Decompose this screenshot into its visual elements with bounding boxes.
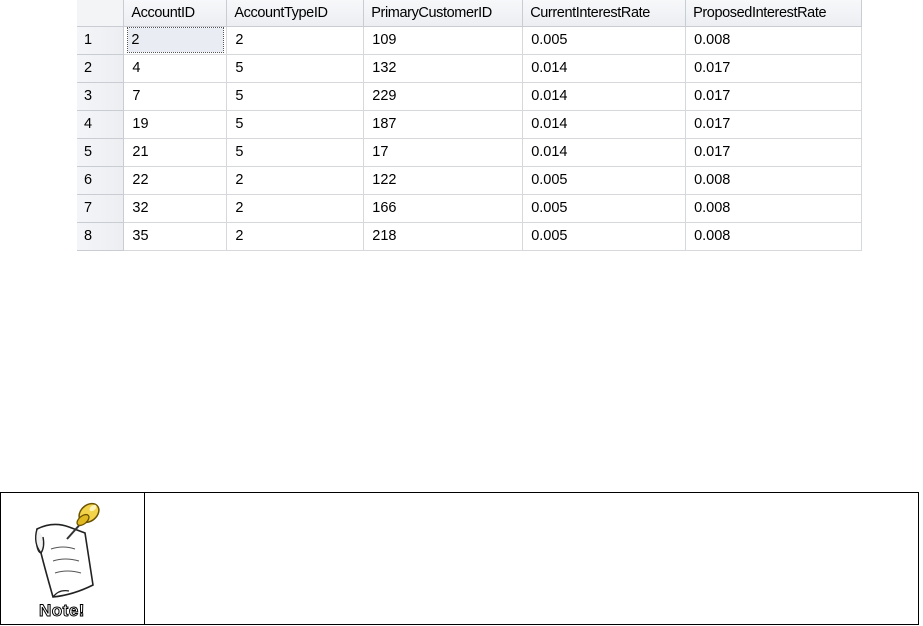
table-cell[interactable]: 0.005 (522, 194, 687, 223)
row-number[interactable]: 8 (77, 222, 125, 251)
row-number[interactable]: 7 (77, 194, 125, 223)
table-cell[interactable]: 5 (226, 82, 365, 111)
table-cell[interactable]: 0.008 (685, 194, 862, 223)
column-header-proposed-interest-rate[interactable]: ProposedInterestRate (685, 0, 862, 27)
table-cell[interactable]: 5 (226, 138, 365, 167)
cell-value: 2 (127, 27, 225, 53)
table-cell[interactable]: 4 (123, 54, 228, 83)
results-table: AccountID AccountTypeID PrimaryCustomerI… (77, 0, 862, 251)
note-box: Note! (0, 492, 919, 625)
table-cell[interactable]: 0.014 (522, 54, 687, 83)
note-label: Note! (39, 601, 85, 621)
table-cell[interactable]: 35 (123, 222, 228, 251)
table-cell[interactable]: 187 (363, 110, 524, 139)
table-cell[interactable]: 7 (123, 82, 228, 111)
table-cell[interactable]: 2 (226, 166, 365, 195)
table-cell[interactable]: 0.005 (522, 26, 687, 55)
table-row[interactable]: 1 2 2 109 0.005 0.008 (77, 26, 862, 55)
table-cell[interactable]: 0.017 (685, 54, 862, 83)
note-icon-cell: Note! (1, 493, 145, 624)
column-header-current-interest-rate[interactable]: CurrentInterestRate (522, 0, 687, 27)
table-cell[interactable]: 19 (123, 110, 228, 139)
table-cell[interactable]: 0.017 (685, 138, 862, 167)
table-cell[interactable]: 0.008 (685, 166, 862, 195)
row-number[interactable]: 1 (77, 26, 125, 55)
table-cell[interactable]: 0.008 (685, 26, 862, 55)
table-cell[interactable]: 132 (363, 54, 524, 83)
table-cell[interactable]: 17 (363, 138, 524, 167)
table-cell[interactable]: 122 (363, 166, 524, 195)
table-row[interactable]: 7 32 2 166 0.005 0.008 (77, 194, 862, 223)
row-number[interactable]: 5 (77, 138, 125, 167)
row-number[interactable]: 2 (77, 54, 125, 83)
table-row[interactable]: 5 21 5 17 0.014 0.017 (77, 138, 862, 167)
table-row[interactable]: 3 7 5 229 0.014 0.017 (77, 82, 862, 111)
table-cell[interactable]: 5 (226, 110, 365, 139)
table-cell[interactable]: 32 (123, 194, 228, 223)
grid-corner-cell[interactable] (77, 0, 125, 27)
table-cell[interactable]: 21 (123, 138, 228, 167)
table-cell[interactable]: 0.017 (685, 110, 862, 139)
table-cell[interactable]: 229 (363, 82, 524, 111)
note-text (145, 493, 918, 624)
table-cell[interactable]: 166 (363, 194, 524, 223)
table-cell[interactable]: 22 (123, 166, 228, 195)
table-cell[interactable]: 218 (363, 222, 524, 251)
table-cell[interactable]: 109 (363, 26, 524, 55)
table-cell[interactable]: 0.008 (685, 222, 862, 251)
table-cell[interactable]: 0.005 (522, 166, 687, 195)
table-cell[interactable]: 0.014 (522, 82, 687, 111)
row-number[interactable]: 4 (77, 110, 125, 139)
table-cell[interactable]: 0.014 (522, 110, 687, 139)
table-cell[interactable]: 2 (226, 26, 365, 55)
table-row[interactable]: 8 35 2 218 0.005 0.008 (77, 222, 862, 251)
table-cell[interactable]: 0.014 (522, 138, 687, 167)
column-header-primary-customer-id[interactable]: PrimaryCustomerID (363, 0, 524, 27)
results-grid: AccountID AccountTypeID PrimaryCustomerI… (77, 0, 862, 251)
table-row[interactable]: 6 22 2 122 0.005 0.008 (77, 166, 862, 195)
table-row[interactable]: 4 19 5 187 0.014 0.017 (77, 110, 862, 139)
table-cell-selected[interactable]: 2 (123, 26, 228, 55)
table-cell[interactable]: 0.005 (522, 222, 687, 251)
table-cell[interactable]: 2 (226, 222, 365, 251)
table-row[interactable]: 2 4 5 132 0.014 0.017 (77, 54, 862, 83)
row-number[interactable]: 3 (77, 82, 125, 111)
column-header-account-type-id[interactable]: AccountTypeID (226, 0, 365, 27)
table-cell[interactable]: 0.017 (685, 82, 862, 111)
row-number[interactable]: 6 (77, 166, 125, 195)
table-cell[interactable]: 5 (226, 54, 365, 83)
table-cell[interactable]: 2 (226, 194, 365, 223)
document-page: AccountID AccountTypeID PrimaryCustomerI… (0, 0, 923, 626)
column-header-account-id[interactable]: AccountID (123, 0, 228, 27)
header-row: AccountID AccountTypeID PrimaryCustomerI… (77, 0, 862, 27)
